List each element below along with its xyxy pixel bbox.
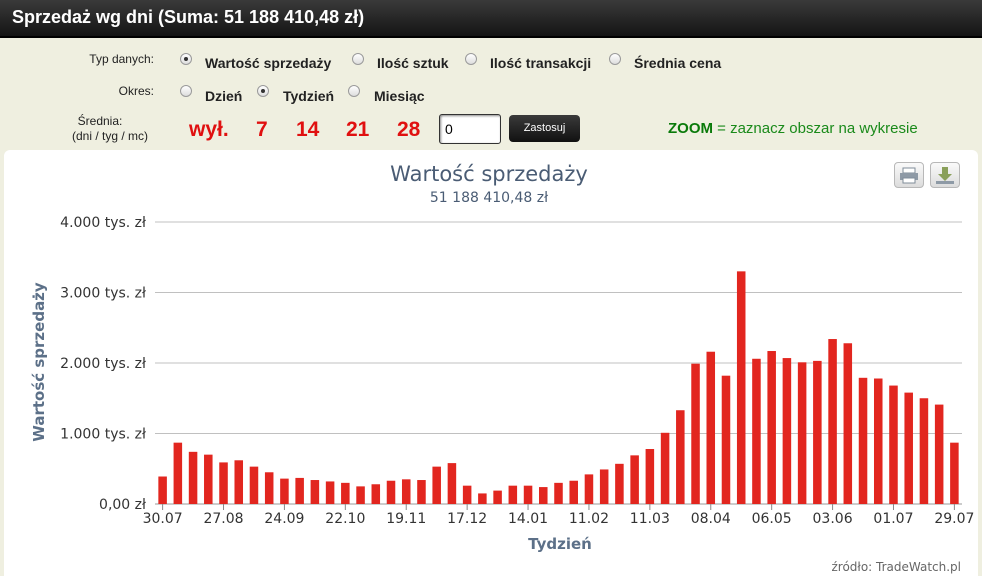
radio-average-price[interactable] <box>609 53 621 65</box>
download-button[interactable] <box>930 162 960 188</box>
option-day[interactable]: Dzień <box>205 88 242 104</box>
option-sales-value[interactable]: Wartość sprzedaży <box>205 55 331 71</box>
average-28[interactable]: 28 <box>397 118 420 142</box>
printer-icon <box>900 167 918 184</box>
chart-container <box>4 150 978 576</box>
data-type-label: Typ danych: <box>89 52 154 66</box>
window-titlebar: Sprzedaż wg dni (Suma: 51 188 410,48 zł) <box>0 0 982 38</box>
average-sublabel: (dni / tyg / mc) <box>71 129 148 143</box>
average-21[interactable]: 21 <box>346 118 369 142</box>
average-label: Średnia: <box>77 114 123 128</box>
radio-sales-value[interactable] <box>180 53 192 65</box>
radio-quantity[interactable] <box>352 53 364 65</box>
option-average-price[interactable]: Średnia cena <box>634 55 721 71</box>
radio-week[interactable] <box>257 85 269 97</box>
radio-day[interactable] <box>180 85 192 97</box>
print-button[interactable] <box>894 162 924 188</box>
zoom-text: = zaznacz obszar na wykresie <box>713 120 918 137</box>
option-transactions[interactable]: Ilość transakcji <box>490 55 591 71</box>
radio-month[interactable] <box>348 85 360 97</box>
average-off[interactable]: wył. <box>189 118 229 142</box>
period-label: Okres: <box>118 84 154 98</box>
download-icon <box>936 167 954 184</box>
zoom-keyword: ZOOM <box>668 120 713 137</box>
page-title: Sprzedaż wg dni (Suma: 51 188 410,48 zł) <box>12 7 365 27</box>
average-7[interactable]: 7 <box>256 118 268 142</box>
option-quantity[interactable]: Ilość sztuk <box>377 55 449 71</box>
average-input[interactable] <box>439 114 501 144</box>
apply-button[interactable]: Zastosuj <box>509 115 580 142</box>
option-week[interactable]: Tydzień <box>283 88 334 104</box>
average-14[interactable]: 14 <box>296 118 319 142</box>
option-month[interactable]: Miesiąc <box>374 88 425 104</box>
zoom-hint: ZOOM = zaznacz obszar na wykresie <box>668 120 918 137</box>
radio-transactions[interactable] <box>465 53 477 65</box>
